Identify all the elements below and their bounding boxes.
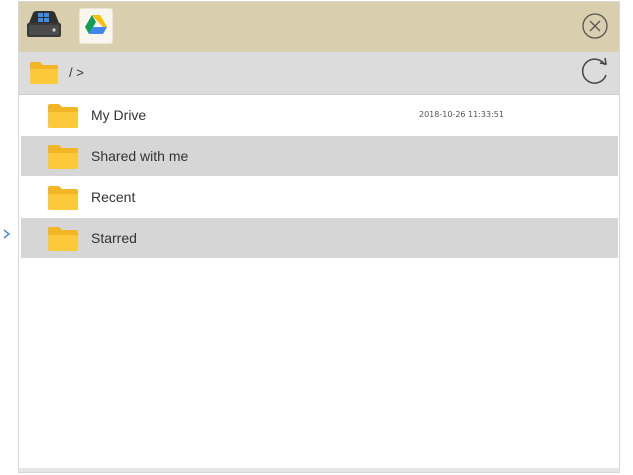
close-circle-icon — [581, 12, 609, 45]
folder-icon — [47, 185, 79, 216]
list-item[interactable]: My Drive 2018-10-26 11:33:51 — [21, 95, 618, 135]
file-name: Starred — [91, 230, 137, 246]
file-browser-dialog: / > My Drive 2018-10-26 11:33:51 Shared … — [18, 1, 620, 473]
close-button[interactable] — [581, 12, 609, 45]
local-storage-tab[interactable] — [23, 8, 65, 46]
file-date: 2018-10-26 11:33:51 — [419, 110, 504, 119]
file-name: My Drive — [91, 107, 147, 123]
list-item[interactable]: Recent — [21, 177, 618, 217]
file-name: Shared with me — [91, 148, 189, 164]
breadcrumb[interactable]: / > — [69, 65, 84, 80]
google-drive-tab[interactable] — [79, 8, 113, 44]
file-list: My Drive 2018-10-26 11:33:51 Shared with… — [21, 95, 618, 259]
folder-icon — [47, 144, 79, 175]
refresh-button[interactable] — [577, 56, 613, 90]
dialog-bottom-edge — [19, 468, 619, 472]
file-name: Recent — [91, 189, 136, 205]
breadcrumb-bar: / > — [19, 52, 619, 95]
hard-drive-icon — [24, 9, 64, 46]
list-item[interactable]: Starred — [21, 218, 618, 258]
list-item[interactable]: Shared with me — [21, 136, 618, 176]
expand-arrow-icon[interactable] — [2, 228, 12, 240]
source-tab-bar — [19, 2, 619, 53]
folder-icon — [47, 226, 79, 257]
refresh-icon — [578, 55, 612, 92]
folder-icon — [47, 103, 79, 134]
google-drive-icon — [85, 14, 107, 39]
folder-icon — [29, 61, 59, 90]
